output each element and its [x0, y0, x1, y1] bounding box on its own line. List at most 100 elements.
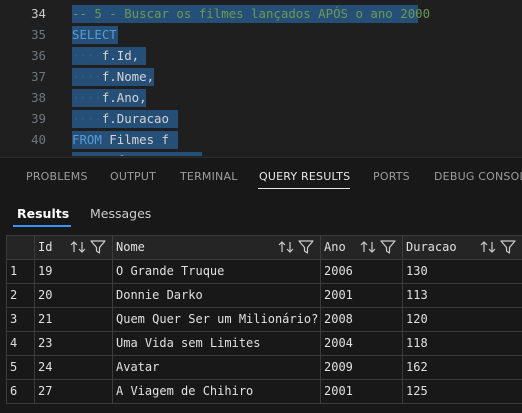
filter-icon[interactable]: [380, 240, 396, 254]
sort-arrows-icon[interactable]: [278, 240, 296, 254]
table-cell-nome[interactable]: O Grande Truque: [112, 259, 320, 283]
table-cell-duracao[interactable]: 113: [402, 283, 522, 307]
code-line: 35 SELECT: [0, 24, 522, 45]
code-token: 2000: [176, 153, 206, 156]
table-row[interactable]: 6 27 A Viagem de Chihiro 2001 125: [6, 379, 522, 403]
row-number: 4: [10, 336, 18, 350]
grid-row-divider: [6, 235, 522, 236]
column-header-label: Nome: [116, 240, 145, 254]
code-token: -- 5 - Buscar os filmes lançados APÓS o …: [72, 6, 431, 21]
sort-filter-controls: [480, 239, 516, 255]
results-subtab-bar: Results Messages: [0, 200, 522, 230]
row-number: 3: [10, 312, 18, 326]
column-header-label: Duracao: [406, 240, 457, 254]
row-number: 6: [10, 384, 18, 398]
table-row[interactable]: 4 23 Uma Vida sem Limites 2004 118: [6, 331, 522, 355]
grid-column-divider: [320, 235, 321, 403]
grid-row-divider: [6, 283, 522, 284]
code-line: 36 ····f.Id,: [0, 45, 522, 66]
code-line: 38 ····f.Ano,: [0, 87, 522, 108]
code-token: SELECT: [72, 27, 117, 42]
tab-query-results[interactable]: QUERY RESULTS: [259, 170, 350, 183]
table-cell-nome[interactable]: A Viagem de Chihiro: [112, 379, 320, 403]
table-cell-ano[interactable]: 2004: [320, 331, 402, 355]
table-cell-duracao[interactable]: 130: [402, 259, 522, 283]
grid-column-divider: [34, 235, 35, 403]
code-line: 41 WHERE f.Ano > 2000: [0, 150, 522, 156]
table-cell-ano[interactable]: 2008: [320, 307, 402, 331]
code-line: 40 FROM Filmes f: [0, 129, 522, 150]
table-cell-id[interactable]: 23: [34, 331, 112, 355]
table-cell-id[interactable]: 21: [34, 307, 112, 331]
table-cell-ano[interactable]: 2009: [320, 355, 402, 379]
table-cell-id[interactable]: 19: [34, 259, 112, 283]
line-number: 41: [0, 150, 46, 156]
grid-row-divider: [6, 403, 522, 404]
grid-row-divider: [6, 331, 522, 332]
code-text: ····f.Id,: [72, 45, 139, 66]
table-cell-duracao[interactable]: 120: [402, 307, 522, 331]
sort-arrows-icon[interactable]: [480, 240, 498, 254]
grid-row-divider: [6, 307, 522, 308]
grid-row-divider: [6, 259, 522, 260]
code-token: f.Nome,: [101, 69, 155, 84]
table-cell-id[interactable]: 27: [34, 379, 112, 403]
code-line: 37 ····f.Nome,: [0, 66, 522, 87]
table-cell-ano[interactable]: 2006: [320, 259, 402, 283]
code-line: 39 ····f.Duracao: [0, 108, 522, 129]
code-text: FROM Filmes f: [72, 129, 169, 150]
filter-icon[interactable]: [298, 240, 314, 254]
line-number: 39: [31, 111, 46, 126]
subtab-results[interactable]: Results: [17, 206, 69, 221]
code-token: FROM: [72, 132, 102, 147]
sort-filter-controls: [278, 239, 314, 255]
table-cell-nome[interactable]: Uma Vida sem Limites: [112, 331, 320, 355]
filter-icon[interactable]: [500, 240, 516, 254]
bottom-panel: PROBLEMS OUTPUT TERMINAL QUERY RESULTS PORTS…: [0, 157, 522, 413]
line-number: 36: [31, 48, 46, 63]
table-row[interactable]: 1 19 O Grande Truque 2006 130: [6, 259, 522, 283]
tab-ports[interactable]: PORTS: [373, 170, 410, 183]
code-text: ····f.Nome,: [72, 66, 154, 87]
table-cell-nome[interactable]: Avatar: [112, 355, 320, 379]
table-cell-nome[interactable]: Donnie Darko: [112, 283, 320, 307]
code-line: 34 -- 5 - Buscar os filmes lançados APÓS …: [0, 3, 522, 24]
results-grid[interactable]: Id Nome Ano Duracao 1 19 O Grande Truque 2006 13…: [6, 235, 522, 413]
table-row[interactable]: 5 24 Avatar 2009 162: [6, 355, 522, 379]
table-cell-ano[interactable]: 2001: [320, 379, 402, 403]
code-token: ····: [72, 90, 102, 105]
table-cell-id[interactable]: 20: [34, 283, 112, 307]
sort-filter-controls: [70, 239, 106, 255]
tab-terminal[interactable]: TERMINAL: [180, 170, 238, 183]
table-row[interactable]: 3 21 Quem Quer Ser um Milionário? 2008 120: [6, 307, 522, 331]
table-cell-id[interactable]: 24: [34, 355, 112, 379]
code-text: ····f.Ano,: [72, 87, 147, 108]
line-number: 38: [31, 90, 46, 105]
table-row[interactable]: 2 20 Donnie Darko 2001 113: [6, 283, 522, 307]
results-header-row: Id Nome Ano Duracao: [6, 235, 522, 259]
tab-debug-console[interactable]: DEBUG CONSOLE: [434, 170, 522, 183]
column-header-label: Ano: [324, 240, 346, 254]
code-token: ····: [72, 111, 102, 126]
row-number: 2: [10, 288, 18, 302]
row-number: 5: [10, 360, 18, 374]
active-tab-indicator: [258, 188, 350, 189]
tab-output[interactable]: OUTPUT: [110, 170, 156, 183]
grid-column-divider: [112, 235, 113, 403]
code-token: WHERE: [72, 153, 109, 156]
code-editor[interactable]: 34 -- 5 - Buscar os filmes lançados APÓS …: [0, 0, 522, 156]
code-token: f.Duracao: [101, 111, 169, 126]
table-cell-nome[interactable]: Quem Quer Ser um Milionário?: [112, 307, 320, 331]
sort-arrows-icon[interactable]: [70, 240, 88, 254]
sort-arrows-icon[interactable]: [360, 240, 378, 254]
line-number: 35: [31, 27, 46, 42]
filter-icon[interactable]: [90, 240, 106, 254]
table-cell-ano[interactable]: 2001: [320, 283, 402, 307]
tab-problems[interactable]: PROBLEMS: [26, 170, 88, 183]
grid-column-divider: [6, 235, 7, 403]
table-cell-duracao[interactable]: 125: [402, 379, 522, 403]
subtab-messages[interactable]: Messages: [90, 206, 151, 221]
table-cell-duracao[interactable]: 162: [402, 355, 522, 379]
table-cell-duracao[interactable]: 118: [402, 331, 522, 355]
grid-column-divider: [402, 235, 403, 403]
